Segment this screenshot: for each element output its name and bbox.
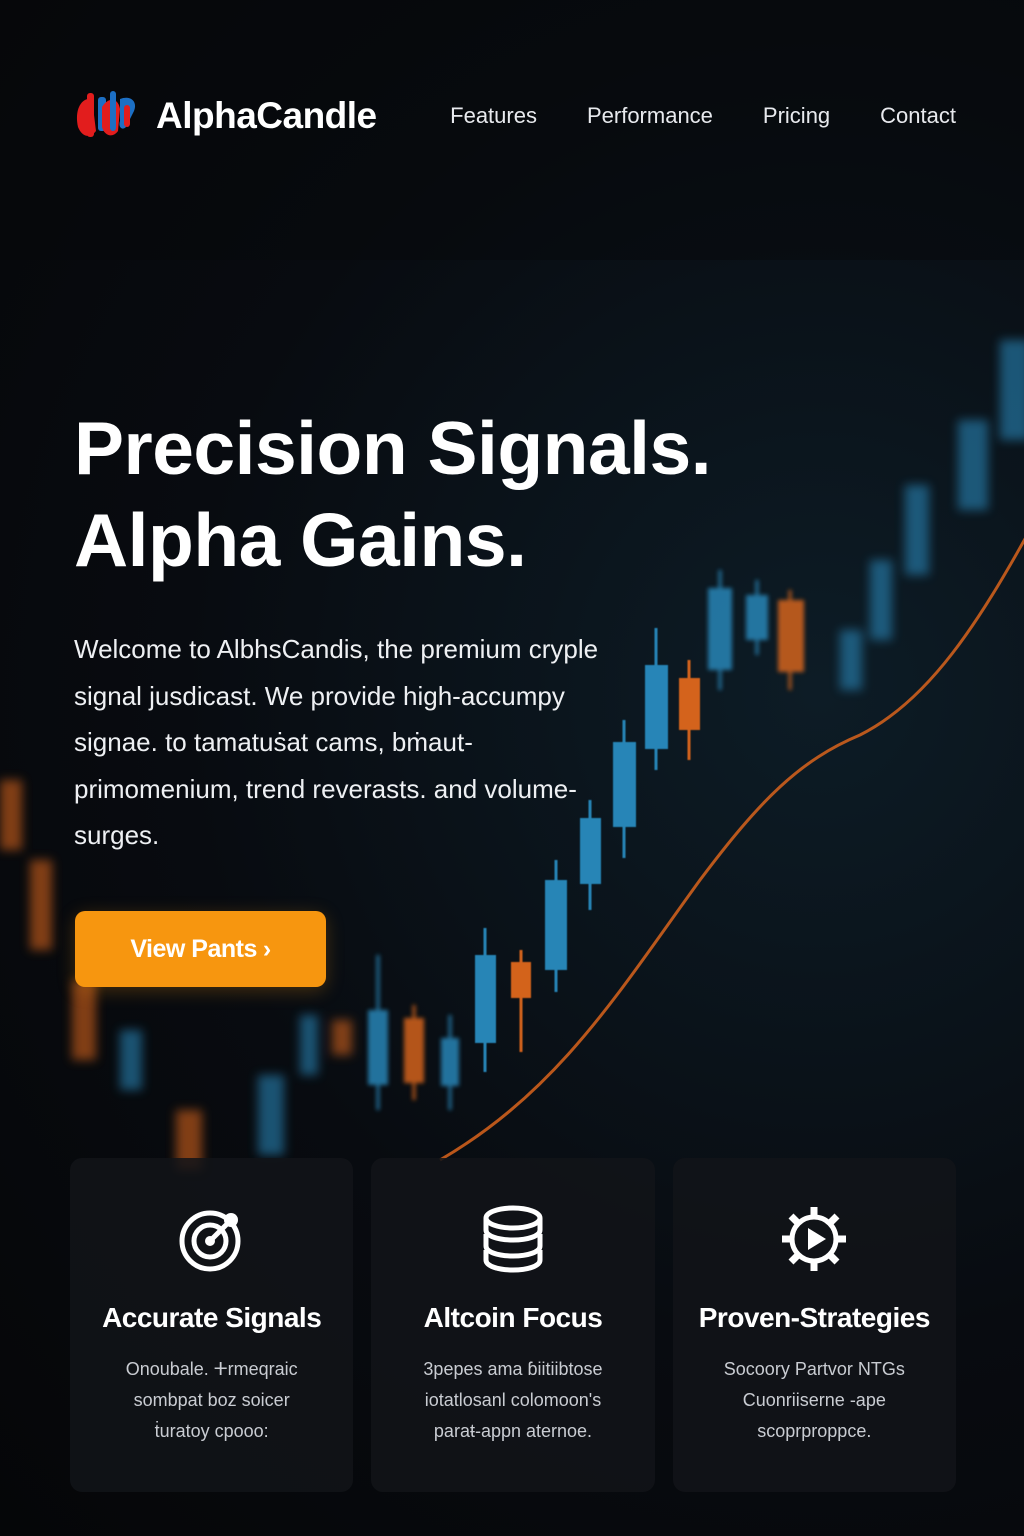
feature-title: Proven-Strategies [698,1302,931,1333]
cta-label: View Pants [130,934,257,963]
feature-description: 3pepes ama ɓiitiibtose iotatlosanl colom… [398,1354,628,1447]
hero-description: Welcome to AlbhsCandis, the premium cryp… [74,634,599,850]
brand-name: AlphaCandle [156,95,377,136]
feature-title: Altcoin Focus [423,1302,603,1333]
candlestick-logo-icon [76,91,136,137]
landing-page: AlphaCandle Features Performance Pricing… [0,0,1024,1536]
nav-item-pricing[interactable]: Pricing [763,103,830,129]
feature-line: iotatlosanl colomoon's [424,1390,602,1410]
feature-card-altcoin-focus: Altcoin Focus 3pepes ama ɓiitiibtose iot… [371,1158,655,1492]
gear-play-icon [782,1207,847,1271]
feature-description: Socoory Partvor NTGs Cuonriiserne -ape s… [699,1354,929,1447]
feature-cards: Accurate Signals Onoubale. ⵜrmeqraic som… [70,1158,956,1492]
site-header: AlphaCandle Features Performance Pricing… [72,84,956,148]
feature-line: scoprproppce. [757,1421,872,1441]
feature-line: ṫuratoy cpooo: [154,1421,269,1441]
hero-title: Precision Signals. Alpha Gains. [74,402,712,586]
chevron-right-icon: › [262,934,271,963]
view-pants-button[interactable]: View Pants › [75,911,326,987]
main-nav: Features Performance Pricing Contact [450,103,956,129]
nav-item-contact[interactable]: Contact [880,103,956,129]
nav-item-performance[interactable]: Performance [587,103,713,129]
feature-line: sombpat boz soicer [133,1390,290,1410]
feature-line: Onoubale. ⵜrmeqraic [125,1359,298,1379]
nav-item-features[interactable]: Features [450,103,537,129]
feature-line: Cuonriiserne -ape [742,1390,886,1410]
feature-line: 3pepes ama ɓiitiibtose [423,1359,603,1379]
hero-title-line-2: Alpha Gains. [74,498,527,582]
feature-line: Socoory Partvor NTGs [723,1359,905,1379]
feature-description: Onoubale. ⵜrmeqraic sombpat boz soicer ṫ… [97,1354,327,1447]
hero-title-line-1: Precision Signals. [74,406,712,490]
feature-card-proven-strategies: Proven-Strategies Socoory Partvor NTGs C… [672,1158,956,1492]
feature-line: paraŧ-appn aternoe. [433,1421,593,1441]
feature-card-accurate-signals: Accurate Signals Onoubale. ⵜrmeqraic som… [70,1158,354,1492]
coin-stack-icon [483,1205,543,1273]
target-icon [179,1210,241,1272]
feature-title: Accurate Signals [102,1302,322,1333]
brand[interactable]: AlphaCandle [72,87,377,145]
